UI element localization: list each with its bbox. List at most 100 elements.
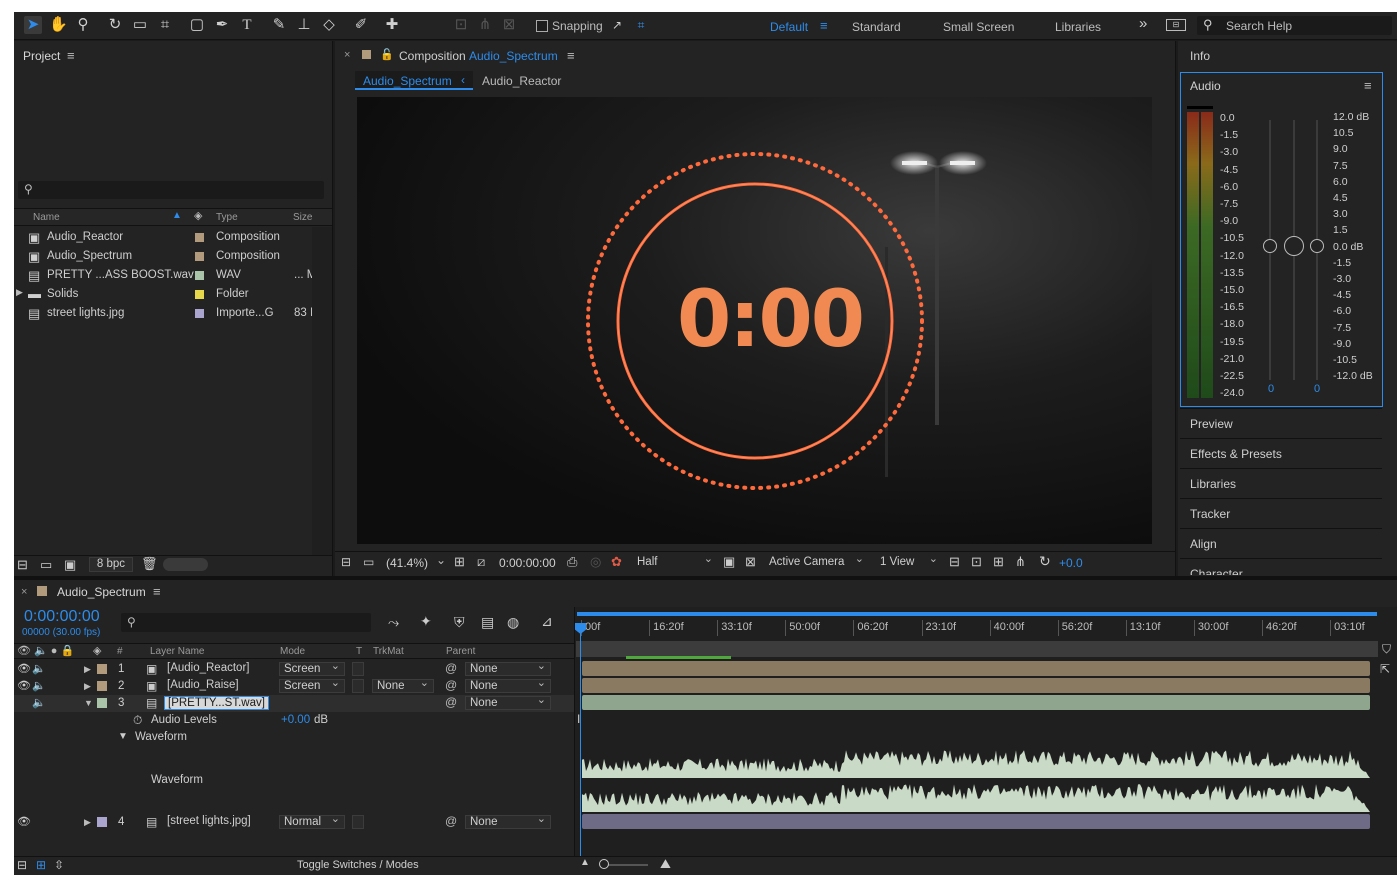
blend-mode-dropdown[interactable]: Screen	[279, 677, 345, 693]
display-icon[interactable]: ▭	[363, 555, 374, 569]
shy-layers-icon[interactable]: ⛨	[454, 614, 465, 631]
layer-bar-audio-raise[interactable]	[582, 678, 1370, 693]
track-matte-dropdown[interactable]: None	[372, 677, 434, 693]
waveform-expand-icon[interactable]: ▼	[118, 731, 128, 742]
layer-row[interactable]: 👁 ▶ 4 ▤ [street lights.jpg] Normal @ None	[14, 813, 574, 831]
bit-depth-button[interactable]: 8 bpc	[89, 557, 133, 572]
comp-marker-bin-icon[interactable]: ⛉	[1382, 642, 1391, 657]
layer-name[interactable]: [street lights.jpg]	[164, 815, 254, 827]
panel-tracker[interactable]: Tracker	[1180, 498, 1382, 526]
rotate-tool-icon[interactable]: ↻	[106, 16, 124, 34]
layer-bar-audio-reactor[interactable]	[582, 661, 1370, 676]
layer-switches-icon[interactable]: ⊟	[17, 858, 27, 872]
camera-tool-icon[interactable]: ▭	[131, 16, 149, 34]
trash-icon[interactable]: 🗑	[141, 556, 158, 572]
left-slider-value[interactable]: 0	[1268, 383, 1274, 395]
snapshot-icon[interactable]: ⎙	[567, 554, 577, 570]
layer-name[interactable]: [Audio_Reactor]	[164, 662, 252, 674]
transfer-controls-icon[interactable]: ⊞	[36, 858, 46, 872]
project-item[interactable]: ▣ Audio_Spectrum Composition	[14, 248, 312, 266]
layer-bar-street-lights[interactable]	[582, 814, 1370, 829]
rectangle-tool-icon[interactable]: ▢	[188, 16, 206, 34]
region-of-interest-icon[interactable]: ▣	[723, 554, 735, 570]
roto-brush-tool-icon[interactable]: ✐	[352, 16, 370, 34]
layer-row[interactable]: 👁🔈 ▶ 2 ▣ [Audio_Raise] Screen None @ None	[14, 677, 574, 695]
comp-button-icon[interactable]: ⇱	[1380, 662, 1390, 676]
layer-row[interactable]: 🔈 ▼ 3 ▤ [PRETTY...ST.wav] @ None	[14, 694, 574, 712]
layer-label-swatch[interactable]	[97, 817, 107, 827]
stopwatch-icon[interactable]: ⏱	[133, 713, 142, 728]
speaker-icon[interactable]: 🔈	[32, 696, 46, 709]
project-search-input[interactable]: ⚲	[18, 181, 324, 199]
zoom-tool-icon[interactable]: ⚲	[74, 16, 92, 34]
layer-bar-audio-file[interactable]	[582, 695, 1370, 710]
interpret-footage-icon[interactable]: ⊟	[17, 557, 28, 573]
label-color-swatch[interactable]	[195, 252, 204, 261]
audio-levels-value[interactable]: +0.00	[281, 714, 310, 726]
new-composition-icon[interactable]: ▣	[64, 557, 76, 573]
blend-mode-dropdown[interactable]: Screen	[279, 660, 345, 676]
panel-divider[interactable]	[332, 41, 333, 576]
grid-guides-icon[interactable]: ⊞	[454, 554, 465, 570]
pan-behind-tool-icon[interactable]: ⌗	[156, 16, 174, 34]
always-preview-icon[interactable]: ⊟	[341, 555, 351, 569]
info-panel-label[interactable]: Info	[1190, 49, 1210, 63]
layer-label-swatch[interactable]	[97, 664, 107, 674]
right-slider-handle[interactable]	[1310, 239, 1324, 253]
close-timeline-tab-icon[interactable]: ×	[21, 586, 27, 598]
project-item[interactable]: ▤ PRETTY ...ASS BOOST.wav WAV... M	[14, 267, 316, 285]
preserve-transparency-toggle[interactable]	[352, 679, 364, 693]
layer-name[interactable]: [Audio_Raise]	[164, 679, 242, 691]
parent-pickwhip-icon[interactable]: @	[445, 814, 457, 828]
timeline-tab-label[interactable]: Audio_Spectrum	[57, 585, 146, 599]
parent-dropdown[interactable]: None	[465, 677, 551, 693]
timeline-icon[interactable]: ⊞	[993, 554, 1004, 570]
expand-arrow-icon[interactable]: ▶	[16, 287, 23, 298]
toggle-switches-modes-button[interactable]: Toggle Switches / Modes	[297, 859, 419, 871]
fast-previews-icon[interactable]: ⊡	[971, 554, 982, 570]
mask-visibility-icon[interactable]: ⧄	[477, 554, 485, 570]
column-size[interactable]: Size	[293, 212, 312, 223]
label-column-icon[interactable]: ◈	[194, 209, 202, 222]
timeline-menu-icon[interactable]: ≡	[153, 584, 161, 599]
expand-arrow-icon[interactable]: ▶	[84, 664, 91, 675]
snap-edges-icon[interactable]: ↗	[608, 16, 626, 34]
speaker-icon[interactable]: 🔈	[32, 662, 46, 675]
workspace-small-screen[interactable]: Small Screen	[943, 20, 1014, 34]
project-item[interactable]: ▣ Audio_Reactor Composition	[14, 229, 312, 247]
preserve-transparency-toggle[interactable]	[352, 815, 364, 829]
parent-dropdown[interactable]: None	[465, 660, 551, 676]
timeline-timecode[interactable]: 0:00:00:00	[24, 608, 100, 626]
parent-dropdown[interactable]: None	[465, 813, 551, 829]
resolution-dropdown[interactable]: Half	[633, 553, 717, 570]
label-color-swatch[interactable]	[195, 271, 204, 280]
workspace-libraries[interactable]: Libraries	[1055, 20, 1101, 34]
thumbnail-slider[interactable]	[163, 558, 208, 571]
layer-row[interactable]: 👁🔈 ▶ 1 ▣ [Audio_Reactor] Screen @ None	[14, 660, 574, 678]
chevron-down-icon[interactable]: ⌄	[436, 553, 446, 567]
timeline-search-input[interactable]: ⚲	[121, 613, 371, 632]
workspace-default[interactable]: Default	[770, 20, 808, 34]
collapse-arrow-icon[interactable]: ▼	[84, 698, 93, 708]
parent-pickwhip-icon[interactable]: @	[445, 678, 457, 692]
layer-label-swatch[interactable]	[97, 698, 107, 708]
eye-icon[interactable]: 👁	[17, 679, 31, 692]
transparency-grid-icon[interactable]: ⊠	[745, 554, 756, 570]
work-area-bar[interactable]	[577, 612, 1377, 616]
in-out-controls-icon[interactable]: ⇳	[54, 858, 64, 872]
motion-blur-icon[interactable]: ◍	[507, 614, 519, 631]
viewer-timecode[interactable]: 0:00:00:00	[499, 556, 556, 570]
panel-libraries[interactable]: Libraries	[1180, 468, 1382, 496]
composition-panel-menu-icon[interactable]: ≡	[567, 48, 575, 63]
layer-label-swatch[interactable]	[97, 681, 107, 691]
workspace-standard[interactable]: Standard	[852, 20, 901, 34]
channel-icon[interactable]: ✿	[611, 554, 622, 570]
composition-viewer[interactable]: 0:00	[357, 97, 1152, 544]
right-slider-value[interactable]: 0	[1314, 383, 1320, 395]
expand-arrow-icon[interactable]: ▶	[84, 681, 91, 692]
panel-divider[interactable]	[1175, 41, 1176, 576]
eraser-tool-icon[interactable]: ◇	[320, 16, 338, 34]
zoom-out-icon[interactable]: ▲	[580, 857, 590, 868]
snapping-checkbox[interactable]	[536, 20, 548, 32]
more-workspaces-icon[interactable]: »	[1139, 15, 1147, 32]
